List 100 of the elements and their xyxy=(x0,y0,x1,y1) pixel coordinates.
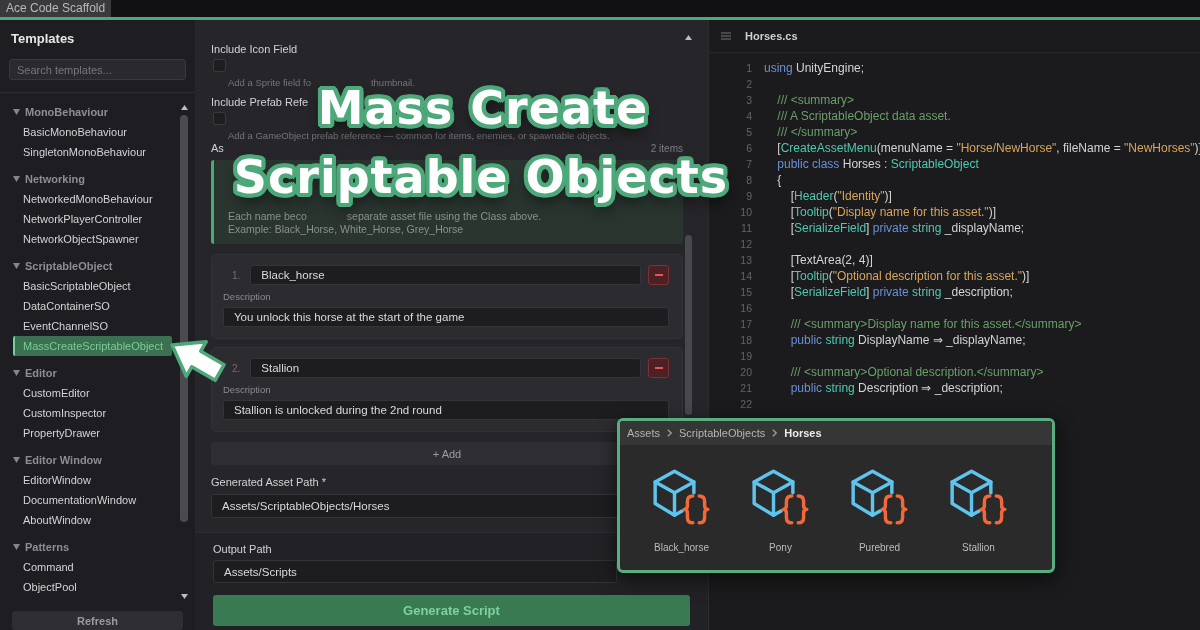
tree-item[interactable]: AboutWindow xyxy=(13,510,172,530)
tree-item[interactable]: Command xyxy=(13,557,172,577)
scrollbar-thumb[interactable] xyxy=(685,235,692,415)
tree-item[interactable]: BasicMonoBehaviour xyxy=(13,122,172,142)
field-label: Description xyxy=(223,384,271,396)
group-header[interactable]: ScriptableObject xyxy=(25,260,113,272)
asset-label: Black_horse xyxy=(654,542,709,553)
tree-item[interactable]: BasicScriptableObject xyxy=(13,276,172,296)
line-number: 14 xyxy=(739,270,752,282)
line-number: 8 xyxy=(745,174,752,186)
line-number: 1 xyxy=(745,62,752,74)
item-number: 1. xyxy=(232,269,241,281)
breadcrumb-link[interactable]: Assets xyxy=(627,427,660,439)
refresh-button[interactable]: Refresh xyxy=(12,611,183,630)
code-line: public string Description ⇒ _description; xyxy=(790,381,1003,395)
tree-item[interactable]: DocumentationWindow xyxy=(13,490,172,510)
app-tab[interactable]: Ace Code Scaffold xyxy=(0,0,112,17)
caret-icon[interactable] xyxy=(13,457,20,463)
remove-button[interactable] xyxy=(648,265,669,285)
promo-title: Scriptable Objects xyxy=(232,154,730,206)
tree-item[interactable]: EventChannelSO xyxy=(13,316,172,336)
cube-braces-icon[interactable] xyxy=(851,469,908,525)
caret-icon[interactable] xyxy=(13,263,20,269)
checkbox[interactable] xyxy=(213,112,226,125)
code-line: public class Horses : ScriptableObject xyxy=(777,157,979,171)
line-number: 22 xyxy=(739,398,752,410)
sidebar-title: Templates xyxy=(10,30,76,47)
asset-label: Purebred xyxy=(858,542,901,553)
chevron-icon xyxy=(667,429,672,437)
tree-item[interactable]: ObjectPool xyxy=(13,577,172,597)
tree-item[interactable]: NetworkPlayerController xyxy=(13,209,172,229)
field-label: Description xyxy=(223,291,271,303)
minus-icon xyxy=(654,367,663,369)
line-number: 19 xyxy=(739,350,752,362)
scroll-down-arrow-icon[interactable] xyxy=(180,594,188,599)
section-label: As xyxy=(211,143,224,154)
description-field[interactable]: Stallion is unlocked during the 2nd round xyxy=(223,400,669,420)
callout-arrow xyxy=(167,339,227,383)
tree-item[interactable]: NetworkObjectSpawner xyxy=(13,229,172,249)
group-header[interactable]: Editor Window xyxy=(25,454,102,466)
code-line: [SerializeField] private string _description; xyxy=(790,285,1013,299)
line-number: 4 xyxy=(745,110,752,122)
chevron-icon xyxy=(772,429,778,437)
code-line: public string DisplayName ⇒ _displayName; xyxy=(790,333,1026,347)
code-line: /// <summary>Display name for this asset.</summary> xyxy=(790,317,1082,331)
code-line: [Header("Identity")] xyxy=(790,189,892,203)
code-line: [Tooltip("Optional description for this asset.")] xyxy=(790,269,1030,283)
tree-item[interactable]: EditorWindow xyxy=(13,470,172,490)
minus-icon xyxy=(654,274,663,276)
scroll-up-arrow-icon[interactable] xyxy=(180,105,188,110)
cube-braces-icon[interactable] xyxy=(653,469,710,525)
line-number: 20 xyxy=(739,366,752,378)
option-label: Include Prefab Refe xyxy=(211,96,309,109)
code-line: { xyxy=(777,173,782,187)
group-header[interactable]: Networking xyxy=(25,173,85,185)
path-field[interactable]: Assets/Scripts xyxy=(213,560,617,583)
line-number: 5 xyxy=(745,126,752,138)
code-line: [SerializeField] private string _displayName; xyxy=(790,221,1025,235)
line-number: 3 xyxy=(745,94,752,106)
group-header[interactable]: Editor xyxy=(25,367,57,379)
tree-item[interactable]: DataContainerSO xyxy=(13,296,172,316)
remove-button[interactable] xyxy=(648,358,669,378)
tree-item[interactable]: NetworkedMonoBehaviour xyxy=(13,189,172,209)
cube-braces-icon[interactable] xyxy=(752,469,809,525)
tree-item[interactable]: SingletonMonoBehaviour xyxy=(13,142,172,162)
group-header[interactable]: MonoBehaviour xyxy=(25,106,109,118)
line-number: 21 xyxy=(739,382,752,394)
promo-title: Mass Create xyxy=(317,88,650,129)
code-line: /// A ScriptableObject data asset. xyxy=(777,109,951,123)
scroll-up-arrow-icon[interactable] xyxy=(685,35,692,40)
line-number: 15 xyxy=(739,286,752,298)
checkbox[interactable] xyxy=(213,59,226,72)
caret-icon[interactable] xyxy=(13,370,20,376)
item-count: 2 items xyxy=(650,143,683,154)
breadcrumb-link[interactable]: ScriptableObjects xyxy=(679,427,766,439)
tree-item[interactable]: CustomEditor xyxy=(13,383,172,403)
item-number: 2. xyxy=(232,362,241,374)
line-number: 2 xyxy=(745,78,752,90)
field-label: Generated Asset Path * xyxy=(211,476,326,489)
line-number: 17 xyxy=(739,318,752,330)
hint-text: Example: Black_Horse, White_Horse, Grey_Horse xyxy=(228,223,464,236)
tree-item[interactable]: PropertyDrawer xyxy=(13,423,172,443)
scrollbar-thumb[interactable] xyxy=(180,115,188,522)
name-field[interactable]: Black_horse xyxy=(250,265,641,285)
description-field[interactable]: You unlock this horse at the start of the game xyxy=(223,307,669,327)
search-field[interactable]: Search templates... xyxy=(9,59,186,80)
cube-braces-icon[interactable] xyxy=(950,469,1007,525)
caret-icon[interactable] xyxy=(13,176,20,182)
asset-label: Stallion xyxy=(962,542,995,553)
line-number: 7 xyxy=(745,158,752,170)
name-field[interactable]: Stallion xyxy=(250,358,641,378)
breadcrumb-link[interactable]: Horses xyxy=(784,427,822,439)
group-header[interactable]: Patterns xyxy=(25,541,70,553)
caret-icon[interactable] xyxy=(13,544,20,550)
tree-item[interactable]: CustomInspector xyxy=(13,403,172,423)
line-number: 13 xyxy=(739,254,752,266)
hint-text: separate asset file using the Class above. xyxy=(346,210,542,223)
hint-text: Add a Sprite field fo xyxy=(228,77,311,88)
line-number: 12 xyxy=(739,238,752,250)
caret-icon[interactable] xyxy=(13,109,20,115)
